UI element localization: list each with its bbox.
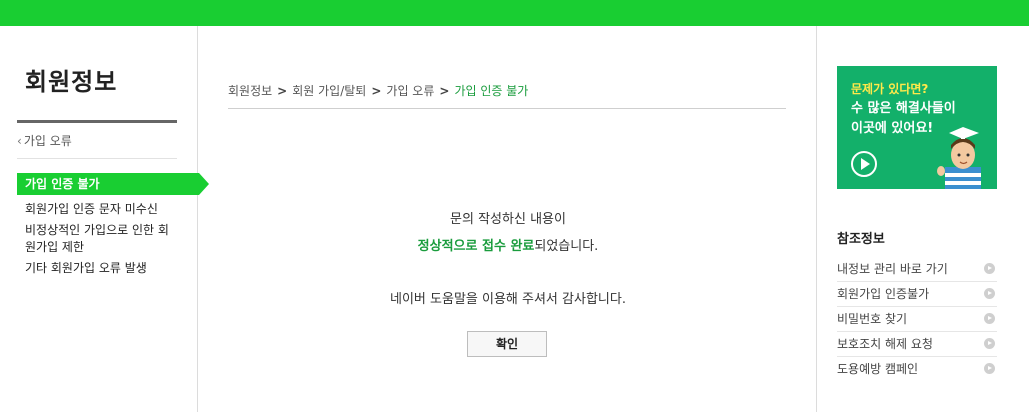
message-line-3: 네이버 도움말을 이용해 주셔서 감사합니다.	[390, 292, 626, 307]
arrow-right-circle-icon	[984, 338, 995, 349]
reference-item-label: 내정보 관리 바로 가기	[837, 262, 948, 276]
breadcrumb-separator: >	[371, 84, 382, 98]
arrow-right-circle-icon	[984, 363, 995, 374]
left-sidebar: 회원정보 ‹ 가입 오류 가입 인증 불가 회원가입 인증 문자 미수신 비정상적…	[0, 26, 209, 412]
arrow-right-circle-icon	[984, 313, 995, 324]
banner-headline: 문제가 있다면?	[851, 82, 929, 96]
confirm-button[interactable]: 확인	[467, 331, 547, 357]
chevron-left-icon: ‹	[17, 134, 22, 148]
arrow-right-circle-icon	[984, 288, 995, 299]
reference-item[interactable]: 도용예방 캠페인	[837, 357, 997, 382]
play-icon[interactable]	[851, 151, 877, 177]
reference-item[interactable]: 회원가입 인증불가	[837, 282, 997, 307]
sidebar-item-abnormal-signup[interactable]: 비정상적인 가입으로 인한 회원가입 제한	[17, 220, 177, 258]
reference-item[interactable]: 내정보 관리 바로 가기	[837, 257, 997, 282]
message-line-2-rest: 되었습니다.	[534, 239, 599, 254]
sidebar-item-other-error[interactable]: 기타 회원가입 오류 발생	[17, 258, 209, 279]
breadcrumb-item[interactable]: 회원 가입/탈퇴	[292, 84, 366, 98]
breadcrumb-item[interactable]: 가입 오류	[386, 84, 434, 98]
sidebar-nav: 가입 인증 불가 회원가입 인증 문자 미수신 비정상적인 가입으로 인한 회원…	[17, 173, 209, 279]
reference-item-label: 비밀번호 찾기	[837, 312, 908, 326]
breadcrumb-separator: >	[277, 84, 288, 98]
help-banner[interactable]: 문제가 있다면? 수 많은 해결사들이 이곳에 있어요!	[837, 66, 997, 189]
arrow-right-circle-icon	[984, 263, 995, 274]
breadcrumb-item[interactable]: 회원정보	[228, 84, 272, 98]
main-content: 회원정보 > 회원 가입/탈퇴 > 가입 오류 > 가입 인증 불가 문의 작성하신 내용이…	[199, 26, 817, 412]
message-line-1: 문의 작성하신 내용이	[450, 212, 566, 227]
reference-item-label: 회원가입 인증불가	[837, 287, 930, 301]
reference-item[interactable]: 보호조치 해제 요청	[837, 332, 997, 357]
reference-list: 내정보 관리 바로 가기 회원가입 인증불가 비밀번호 찾기 보호조치 해제 요…	[837, 257, 997, 382]
completion-message: 문의 작성하신 내용이 정상적으로 접수 완료되었습니다. 네이버 도움말을 이…	[199, 206, 817, 313]
reference-item[interactable]: 비밀번호 찾기	[837, 307, 997, 332]
message-highlight: 정상적으로 접수 완료	[417, 239, 535, 254]
breadcrumb: 회원정보 > 회원 가입/탈퇴 > 가입 오류 > 가입 인증 불가	[228, 82, 786, 109]
breadcrumb-separator: >	[439, 84, 450, 98]
top-brand-bar	[0, 0, 1029, 26]
message-line-2: 정상적으로 접수 완료되었습니다.	[199, 233, 817, 260]
reference-item-label: 보호조치 해제 요청	[837, 337, 933, 351]
reference-item-label: 도용예방 캠페인	[837, 362, 919, 376]
sidebar-item-sms-not-received[interactable]: 회원가입 인증 문자 미수신	[17, 199, 209, 220]
title-divider	[17, 120, 177, 123]
right-sidebar: 문제가 있다면? 수 많은 해결사들이 이곳에 있어요! 참조정보 내정보 관리…	[818, 26, 1029, 412]
back-link-label: 가입 오류	[23, 134, 72, 148]
sidebar-title: 회원정보	[25, 67, 118, 96]
sidebar-item-signup-auth-fail[interactable]: 가입 인증 불가	[17, 173, 209, 195]
reference-title: 참조정보	[837, 232, 885, 247]
back-link[interactable]: ‹ 가입 오류	[17, 132, 72, 149]
breadcrumb-current: 가입 인증 불가	[454, 84, 529, 98]
sidebar-divider	[17, 158, 177, 159]
graduate-character-icon	[937, 127, 981, 189]
